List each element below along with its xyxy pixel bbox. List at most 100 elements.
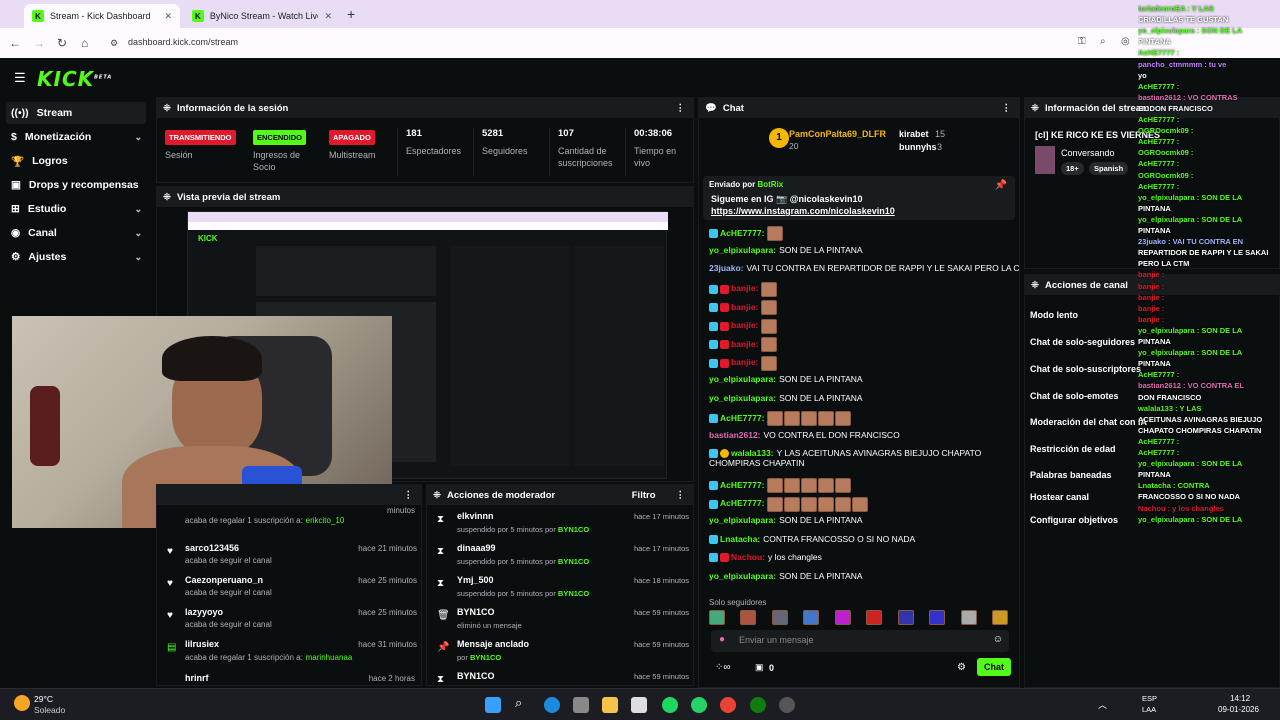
sidebar-item-canal[interactable]: ◉ Canal ⌄ bbox=[6, 222, 146, 244]
chat-message[interactable]: AcHE7777: bbox=[709, 411, 852, 426]
chat-message[interactable]: yo_elpixulapara: SON DE LA PINTANA bbox=[709, 393, 863, 403]
sidebar-item-estudio[interactable]: ⊞ Estudio ⌄ bbox=[6, 198, 146, 220]
chat-message[interactable]: walala133: Y LAS ACEITUNAS AVINAGRAS BIEJ… bbox=[709, 448, 981, 468]
menu-icon[interactable]: ☰ bbox=[14, 70, 26, 86]
channel-action-item[interactable]: Moderación del chat con IA bbox=[1030, 417, 1147, 427]
chat-input[interactable]: ● Enviar un mensaje ☺ bbox=[711, 630, 1009, 652]
sidebar-item-ajustes[interactable]: ⚙ Ajustes ⌄ bbox=[6, 246, 146, 268]
chat-message[interactable]: banjie: bbox=[709, 355, 778, 371]
chat-message[interactable]: AcHE7777: bbox=[709, 496, 869, 512]
chrome-icon[interactable] bbox=[720, 697, 736, 713]
chat-message[interactable]: yo_elpixulapara: SON DE LA PINTANA bbox=[709, 374, 863, 384]
url-input[interactable]: dashboard.kick.com/stream bbox=[128, 37, 238, 47]
tag-badge[interactable]: Spanish bbox=[1089, 162, 1129, 175]
drag-handle-icon[interactable]: ⁜ bbox=[433, 490, 441, 501]
gift-icon[interactable]: ▣ bbox=[755, 662, 764, 673]
whatsapp-icon[interactable] bbox=[691, 697, 707, 713]
mod-target[interactable]: elkvinnn bbox=[457, 511, 494, 521]
sidebar-item-drops[interactable]: ▣ Drops y recompensas bbox=[6, 174, 146, 196]
tag-badge[interactable]: 18+ bbox=[1061, 162, 1084, 175]
channel-action-item[interactable]: Chat de solo-seguidores bbox=[1030, 337, 1135, 347]
tab-kick-dashboard[interactable]: K Stream - Kick Dashboard ✕ bbox=[24, 4, 180, 28]
more-options-icon[interactable]: ⋮ bbox=[676, 490, 686, 501]
weather-temp[interactable]: 29°C bbox=[34, 694, 53, 704]
zoom-icon[interactable]: ⌕ bbox=[1100, 36, 1106, 47]
pin-icon[interactable]: 📌 bbox=[995, 180, 1007, 191]
emoji-icon[interactable]: ☺ bbox=[993, 634, 1003, 645]
mod-target[interactable]: BYN1CO bbox=[457, 671, 495, 681]
mod-target[interactable]: dinaaa99 bbox=[457, 543, 496, 553]
spotify-icon[interactable] bbox=[662, 697, 678, 713]
sidebar-item-monetizacion[interactable]: $ Monetización ⌄ bbox=[6, 126, 146, 148]
more-options-icon[interactable]: ⋮ bbox=[676, 103, 686, 114]
back-icon[interactable]: ← bbox=[9, 36, 21, 50]
channel-action-item[interactable]: Chat de solo-suscriptores bbox=[1030, 364, 1141, 374]
start-icon[interactable] bbox=[485, 697, 501, 713]
drag-handle-icon[interactable]: ⁜ bbox=[1031, 280, 1039, 291]
forward-icon[interactable]: → bbox=[33, 36, 45, 50]
chat-message[interactable]: banjie: bbox=[709, 281, 778, 297]
chat-message[interactable]: Lnatacha: CONTRA FRANCOSSO O SI NO NADA bbox=[709, 534, 915, 544]
chat-message[interactable]: yo_elpixulapara: SON DE LA PINTANA bbox=[709, 245, 863, 255]
sidebar-item-logros[interactable]: 🏆 Logros bbox=[6, 150, 146, 172]
filter-button[interactable]: Filtro bbox=[632, 490, 656, 501]
reload-icon[interactable]: ↻ bbox=[57, 36, 67, 50]
more-options-icon[interactable]: ⋮ bbox=[404, 490, 414, 501]
mic-icon[interactable]: ● bbox=[719, 634, 725, 645]
channel-action-item[interactable]: Chat de solo-emotes bbox=[1030, 391, 1119, 401]
tab-bynico-stream[interactable]: K ByNico Stream - Watch Live on ✕ bbox=[184, 4, 340, 28]
password-key-icon[interactable]: ⚿ bbox=[1078, 36, 1086, 47]
channel-action-item[interactable]: Palabras baneadas bbox=[1030, 470, 1112, 480]
channel-action-item[interactable]: Modo lento bbox=[1030, 310, 1078, 320]
points-icon[interactable]: ⁘∞ bbox=[715, 662, 731, 673]
new-tab-button[interactable]: + bbox=[347, 6, 355, 22]
chat-message[interactable]: banjie: bbox=[709, 318, 778, 334]
home-icon[interactable]: ⌂ bbox=[81, 36, 88, 50]
channel-action-item[interactable]: Restricción de edad bbox=[1030, 444, 1116, 454]
mod-target[interactable]: BYN1CO bbox=[457, 607, 495, 617]
obs-icon[interactable] bbox=[779, 697, 795, 713]
xbox-icon[interactable] bbox=[750, 697, 766, 713]
chat-message[interactable]: yo_elpixulapara: SON DE LA PINTANA bbox=[709, 571, 863, 581]
chat-message[interactable]: banjie: bbox=[709, 300, 778, 315]
tray-chevron-icon[interactable]: ︿ bbox=[1098, 698, 1107, 711]
search-icon[interactable]: ⌕ bbox=[515, 695, 531, 711]
pinned-message[interactable]: Enviado por BotRix Siguеme en IG 📷 @nico… bbox=[703, 176, 1015, 220]
top-gifter-name[interactable]: PamConPalta69_DLFR bbox=[789, 129, 886, 139]
chat-message[interactable]: 23juako: VAI TU CONTRA EN REPARTIDOR DE R… bbox=[709, 263, 1019, 273]
close-tab-icon[interactable]: ✕ bbox=[324, 11, 332, 22]
chat-message[interactable]: AcHE7777: bbox=[709, 478, 852, 493]
chat-message[interactable]: banjie: bbox=[709, 337, 778, 352]
send-chat-button[interactable]: Chat bbox=[977, 658, 1011, 676]
top-gifter-name[interactable]: kirabet bbox=[899, 129, 929, 139]
app-icon[interactable] bbox=[631, 697, 647, 713]
category-name[interactable]: Conversando bbox=[1061, 148, 1115, 158]
chat-message[interactable]: Nachou: y los changles bbox=[709, 552, 822, 563]
drag-handle-icon[interactable]: ⁜ bbox=[163, 192, 171, 203]
more-options-icon[interactable]: ⋮ bbox=[1002, 103, 1012, 114]
store-icon[interactable] bbox=[573, 697, 589, 713]
channel-action-item[interactable]: Configurar objetivos bbox=[1030, 515, 1118, 525]
folder-icon[interactable] bbox=[602, 697, 618, 713]
badge-icon bbox=[709, 358, 718, 368]
clock-time[interactable]: 14:12 bbox=[1230, 694, 1250, 703]
kick-logo[interactable]: KICKBETA bbox=[37, 67, 112, 91]
chat-message[interactable]: AcHE7777: bbox=[709, 226, 784, 241]
settings-icon[interactable]: ⚙ bbox=[957, 662, 966, 673]
site-info-icon[interactable]: ⚙ bbox=[110, 38, 118, 49]
chat-message[interactable]: bastian2612: VO CONTRA EL DON FRANCISCO bbox=[709, 430, 900, 440]
close-tab-icon[interactable]: ✕ bbox=[164, 11, 172, 22]
sidebar-item-stream[interactable]: ((•)) Stream bbox=[6, 102, 146, 124]
top-gifter-name[interactable]: bunnyhs bbox=[899, 142, 937, 152]
mod-target[interactable]: Mensaje anclado bbox=[457, 639, 529, 649]
chat-message[interactable]: yo_elpixulapara: SON DE LA PINTANA bbox=[709, 515, 863, 525]
channel-action-item[interactable]: Hostear canal bbox=[1030, 492, 1089, 502]
overlay-chat-line: AcHE7777 : bbox=[1138, 159, 1180, 169]
edge-icon[interactable] bbox=[544, 697, 560, 713]
mod-target[interactable]: Ymj_500 bbox=[457, 575, 494, 585]
emote-bar[interactable] bbox=[709, 610, 1009, 626]
eye-off-icon[interactable]: ◎ bbox=[1121, 36, 1130, 47]
language-indicator[interactable]: ESP bbox=[1142, 694, 1157, 703]
drag-handle-icon[interactable]: ⁜ bbox=[163, 103, 171, 114]
drag-handle-icon[interactable]: ⁜ bbox=[1031, 103, 1039, 114]
